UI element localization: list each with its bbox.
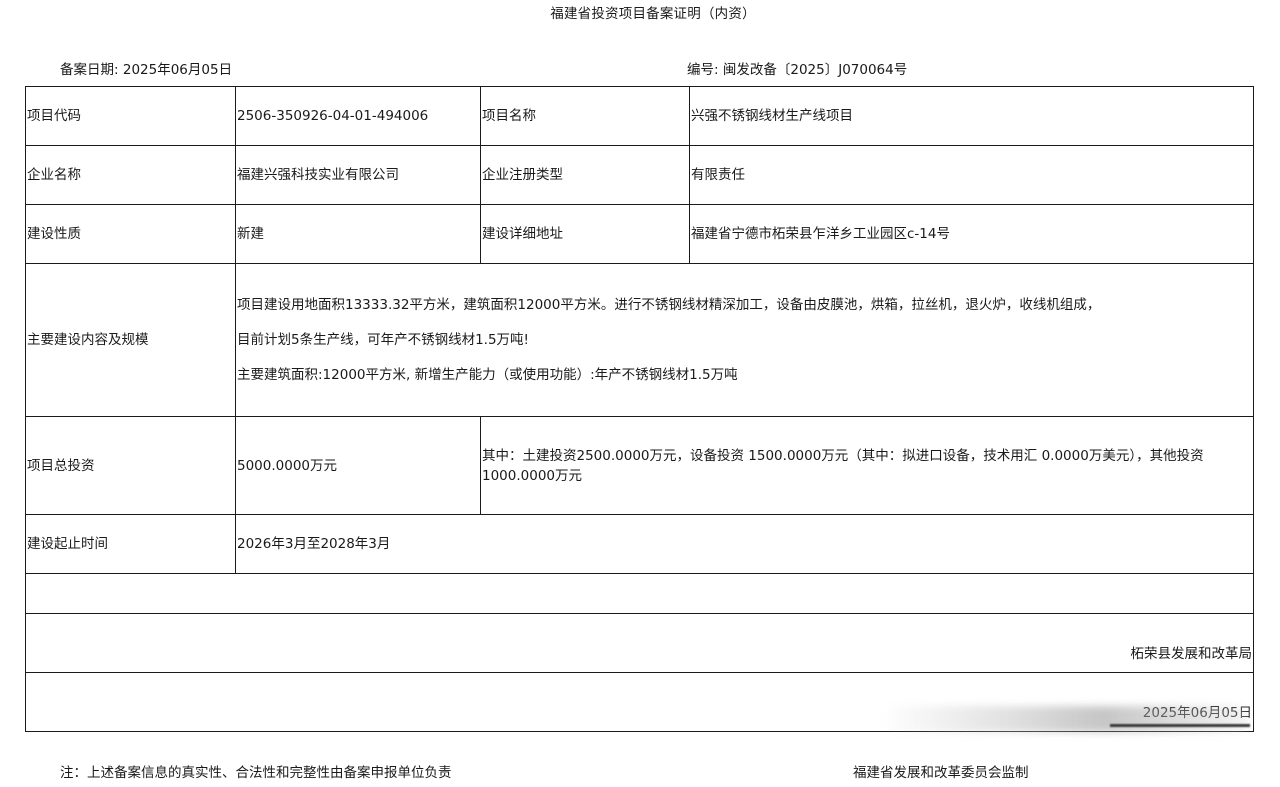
project-code-value: 2506-350926-04-01-494006 xyxy=(235,86,481,146)
filing-date-value: 2025年06月05日 xyxy=(122,62,233,78)
table-row: 2025年06月05日 xyxy=(25,672,1254,732)
document-title: 福建省投资项目备案证明（内资） xyxy=(550,6,756,22)
filing-date: 备案日期: 2025年06月05日 xyxy=(60,58,232,78)
investment-value: 5000.0000万元 xyxy=(235,416,481,515)
company-name-value: 福建兴强科技实业有限公司 xyxy=(235,145,481,205)
address-label: 建设详细地址 xyxy=(480,204,690,264)
filing-date-label: 备案日期: xyxy=(60,62,119,78)
construction-nature-value: 新建 xyxy=(235,204,481,264)
construction-nature-label: 建设性质 xyxy=(25,204,236,264)
investment-detail: 其中：土建投资2500.0000万元，设备投资 1500.0000万元（其中：拟… xyxy=(480,416,1254,515)
company-name-label: 企业名称 xyxy=(25,145,236,205)
investment-label: 项目总投资 xyxy=(25,416,236,515)
address-value: 福建省宁德市柘荣县乍洋乡工业园区c-14号 xyxy=(689,204,1254,264)
scale-line-3: 主要建筑面积:12000平方米, 新增生产能力（或使用功能）:年产不锈钢线材1.… xyxy=(237,367,738,383)
scale-line-2: 目前计划5条生产线，可年产不锈钢线材1.5万吨! xyxy=(237,332,529,348)
table-row: 建设起止时间 2026年3月至2028年3月 xyxy=(25,514,1254,574)
table-row: 企业名称 福建兴强科技实业有限公司 企业注册类型 有限责任 xyxy=(25,145,1254,205)
table-row: 柘荣县发展和改革局 xyxy=(25,613,1254,673)
table-row xyxy=(25,573,1254,614)
period-value: 2026年3月至2028年3月 xyxy=(235,514,1254,574)
scale-spacer xyxy=(237,350,1253,365)
blank-row xyxy=(25,573,1254,614)
issue-date: 2025年06月05日 xyxy=(25,672,1254,732)
filing-number-value: 闽发改备〔2025〕J070064号 xyxy=(722,62,908,78)
table-row: 主要建设内容及规模 项目建设用地面积13333.32平方米，建筑面积12000平… xyxy=(25,263,1254,417)
table-row: 建设性质 新建 建设详细地址 福建省宁德市柘荣县乍洋乡工业园区c-14号 xyxy=(25,204,1254,264)
table-row: 项目代码 2506-350926-04-01-494006 项目名称 兴强不锈钢… xyxy=(25,86,1254,146)
filing-number: 编号: 闽发改备〔2025〕J070064号 xyxy=(687,58,907,78)
supervision-note: 福建省发展和改革委员会监制 xyxy=(853,765,1029,781)
issuing-authority: 柘荣县发展和改革局 xyxy=(25,613,1254,673)
scale-spacer xyxy=(237,315,1253,330)
scale-label: 主要建设内容及规模 xyxy=(25,263,236,417)
scale-line-1: 项目建设用地面积13333.32平方米，建筑面积12000平方米。进行不锈钢线材… xyxy=(237,297,1101,313)
period-label: 建设起止时间 xyxy=(25,514,236,574)
project-name-value: 兴强不锈钢线材生产线项目 xyxy=(689,86,1254,146)
scale-content: 项目建设用地面积13333.32平方米，建筑面积12000平方米。进行不锈钢线材… xyxy=(235,263,1254,417)
record-table: 项目代码 2506-350926-04-01-494006 项目名称 兴强不锈钢… xyxy=(25,86,1254,732)
project-code-label: 项目代码 xyxy=(25,86,236,146)
registration-type-label: 企业注册类型 xyxy=(480,145,690,205)
filing-number-label: 编号: xyxy=(687,62,719,78)
registration-type-value: 有限责任 xyxy=(689,145,1254,205)
disclaimer-note: 注：上述备案信息的真实性、合法性和完整性由备案申报单位负责 xyxy=(60,765,452,781)
project-name-label: 项目名称 xyxy=(480,86,690,146)
table-row: 项目总投资 5000.0000万元 其中：土建投资2500.0000万元，设备投… xyxy=(25,416,1254,515)
